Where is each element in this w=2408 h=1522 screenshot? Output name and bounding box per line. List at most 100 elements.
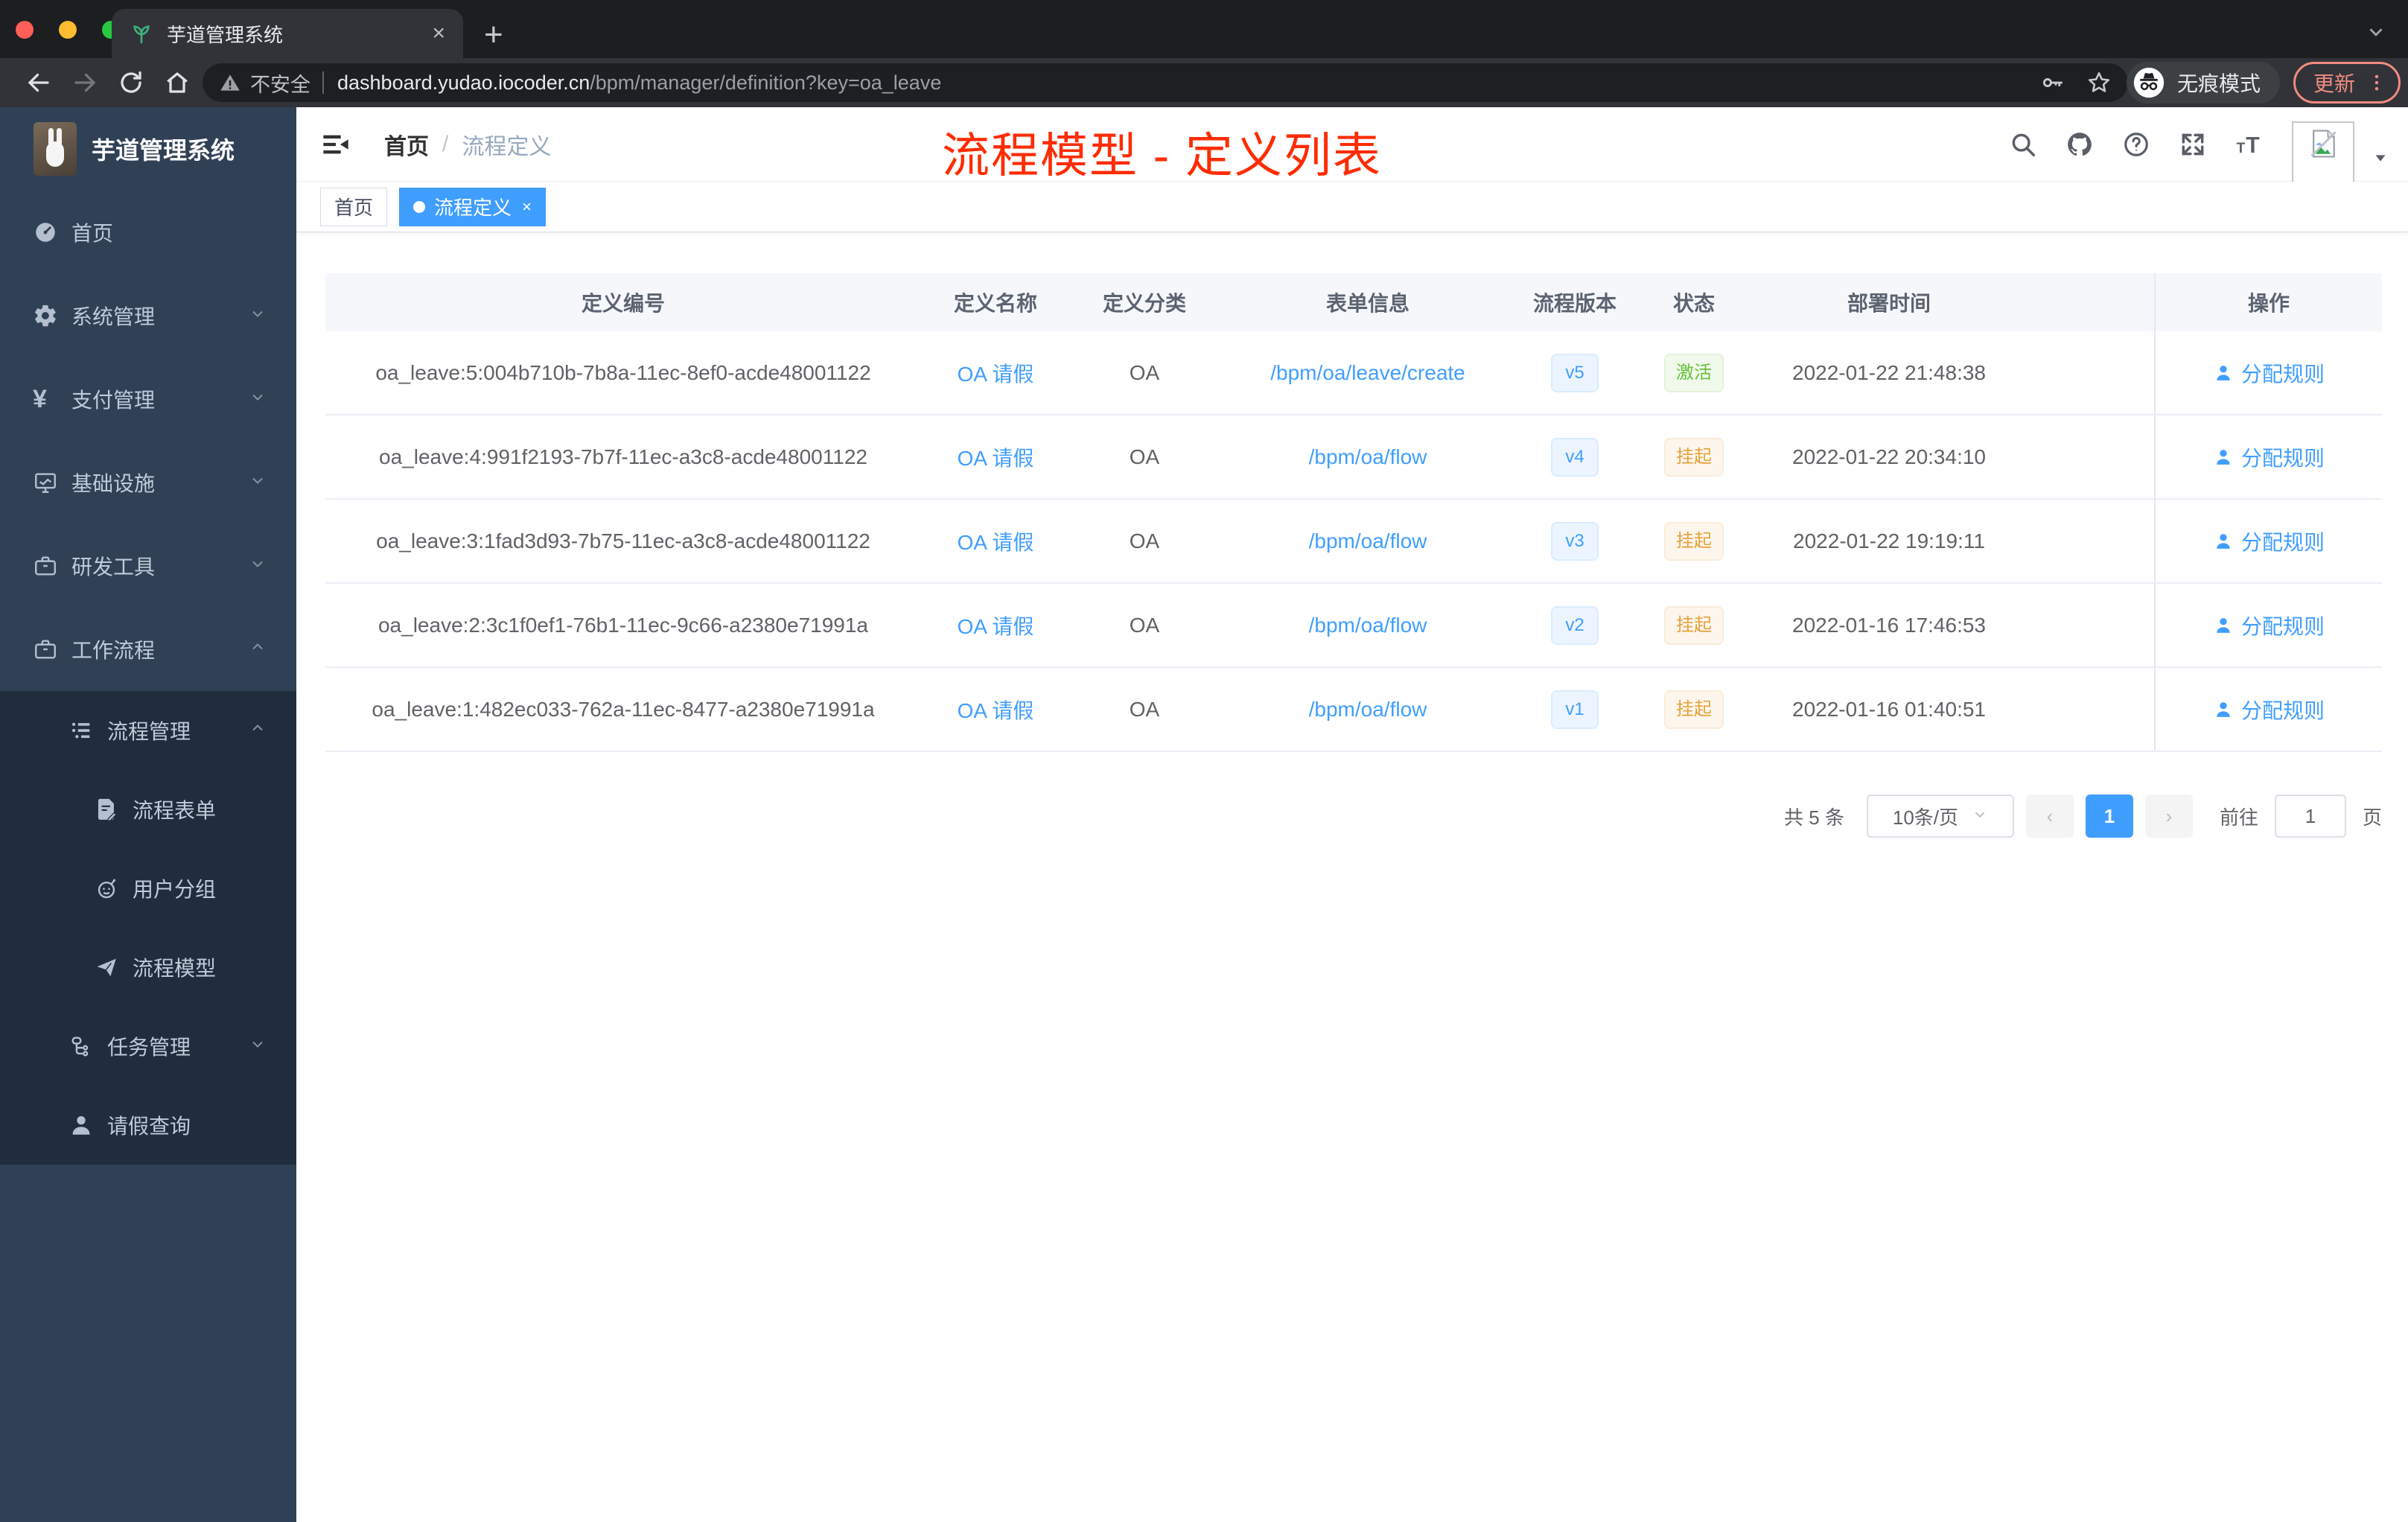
forward-icon[interactable] bbox=[71, 69, 98, 96]
table-row[interactable]: oa_leave:4:991f2193-7b7f-11ec-a3c8-acde4… bbox=[325, 415, 2382, 500]
category-cell: OA bbox=[1129, 697, 1160, 721]
browser-toolbar: 不安全 dashboard.yudao.iocoder.cn/bpm/manag… bbox=[0, 58, 2408, 107]
url-domain[interactable]: dashboard.yudao.iocoder.cn bbox=[337, 71, 590, 95]
sidebar-item-流程管理[interactable]: 流程管理 bbox=[0, 691, 296, 770]
table-row[interactable]: oa_leave:5:004b710b-7b8a-11ec-8ef0-acde4… bbox=[325, 331, 2382, 415]
svg-text:T: T bbox=[2237, 141, 2246, 156]
definition-id-cell: oa_leave:2:3c1f0ef1-76b1-11ec-9c66-a2380… bbox=[378, 613, 868, 637]
sidebar-item-工作流程[interactable]: 工作流程 bbox=[0, 608, 296, 691]
form-info-cell[interactable]: /bpm/oa/flow bbox=[1219, 698, 1517, 722]
next-page-button[interactable]: › bbox=[2144, 795, 2193, 838]
help-question-icon[interactable] bbox=[2122, 130, 2150, 159]
form-icon bbox=[94, 797, 119, 822]
table-row[interactable]: oa_leave:3:1fad3d93-7b75-11ec-a3c8-acde4… bbox=[325, 500, 2382, 584]
tag-home[interactable]: 首页 bbox=[320, 187, 388, 226]
definition-name-link[interactable]: OA 请假 bbox=[958, 699, 1034, 722]
table-row[interactable]: oa_leave:2:3c1f0ef1-76b1-11ec-9c66-a2380… bbox=[325, 584, 2382, 668]
incognito-icon bbox=[2133, 66, 2165, 99]
sidebar-item-研发工具[interactable]: 研发工具 bbox=[0, 524, 296, 608]
sidebar-item-基础设施[interactable]: 基础设施 bbox=[0, 441, 296, 524]
form-info-link[interactable]: /bpm/oa/flow bbox=[1309, 445, 1427, 468]
sidebar-item-首页[interactable]: 首页 bbox=[0, 191, 296, 274]
main-area: 首页 / 流程定义 流程模型 - 定义列表 TT 首页 流程定义 × 定义编号 … bbox=[296, 107, 2408, 1522]
definition-name-link[interactable]: OA 请假 bbox=[958, 363, 1034, 386]
tab-close-icon[interactable]: × bbox=[432, 22, 445, 45]
password-key-icon[interactable] bbox=[2040, 70, 2065, 95]
definition-name-cell[interactable]: OA 请假 bbox=[921, 358, 1070, 388]
app-window: 芋道管理系统 首页 系统管理 ¥ 支付管理 基础设施 研发工具 工作流程 流程管理 流程表单用… bbox=[0, 107, 2408, 1522]
not-secure-warning-icon[interactable] bbox=[219, 71, 241, 94]
avatar-dropdown-caret-icon[interactable] bbox=[2372, 150, 2389, 170]
window-close-button[interactable] bbox=[16, 21, 34, 39]
sidebar-item-任务管理[interactable]: 任务管理 bbox=[0, 1007, 296, 1086]
column-header-定义编号: 定义编号 bbox=[581, 292, 665, 315]
assign-rule-link[interactable]: 分配规则 bbox=[2241, 442, 2325, 472]
github-icon[interactable] bbox=[2065, 130, 2094, 159]
back-icon[interactable] bbox=[25, 69, 52, 96]
window-minimize-button[interactable] bbox=[59, 21, 77, 39]
url-bar[interactable]: 不安全 dashboard.yudao.iocoder.cn/bpm/manag… bbox=[203, 63, 2128, 102]
form-info-cell[interactable]: /bpm/oa/flow bbox=[1219, 529, 1517, 553]
form-info-cell[interactable]: /bpm/oa/flow bbox=[1219, 445, 1517, 469]
assign-rule-link[interactable]: 分配规则 bbox=[2241, 695, 2325, 725]
browser-update-button[interactable]: 更新 bbox=[2293, 62, 2401, 104]
form-info-cell[interactable]: /bpm/oa/leave/create bbox=[1219, 361, 1517, 385]
definition-name-cell[interactable]: OA 请假 bbox=[921, 442, 1070, 472]
definition-name-link[interactable]: OA 请假 bbox=[958, 447, 1034, 470]
tab-search-chevron-icon[interactable] bbox=[2365, 21, 2387, 47]
breadcrumb-home[interactable]: 首页 bbox=[384, 128, 429, 161]
form-info-link[interactable]: /bpm/oa/flow bbox=[1309, 614, 1427, 637]
update-label[interactable]: 更新 bbox=[2313, 68, 2355, 98]
assign-user-icon bbox=[2213, 615, 2234, 636]
search-icon[interactable] bbox=[2009, 130, 2037, 159]
current-page-button[interactable]: 1 bbox=[2085, 795, 2133, 838]
assign-rule-link[interactable]: 分配规则 bbox=[2241, 611, 2325, 640]
sidebar-item-用户分组[interactable]: 用户分组 bbox=[0, 849, 296, 928]
version-badge: v4 bbox=[1551, 437, 1599, 477]
bookmark-star-icon[interactable] bbox=[2086, 70, 2112, 95]
tag-process-definition[interactable]: 流程定义 × bbox=[399, 187, 546, 226]
definition-name-link[interactable]: OA 请假 bbox=[958, 531, 1034, 554]
font-size-icon[interactable]: TT bbox=[2235, 130, 2264, 159]
definition-name-link[interactable]: OA 请假 bbox=[958, 615, 1034, 638]
form-info-link[interactable]: /bpm/oa/flow bbox=[1309, 529, 1427, 553]
assign-rule-link[interactable]: 分配规则 bbox=[2241, 358, 2325, 388]
browser-tab[interactable]: 芋道管理系统 × bbox=[112, 9, 463, 58]
assign-user-icon bbox=[2213, 447, 2234, 468]
sidebar-logo-row[interactable]: 芋道管理系统 bbox=[0, 107, 296, 191]
tab-title: 芋道管理系统 bbox=[167, 23, 284, 46]
operation-cell[interactable]: 分配规则 bbox=[2154, 331, 2382, 414]
assign-rule-link[interactable]: 分配规则 bbox=[2241, 526, 2325, 556]
definition-name-cell[interactable]: OA 请假 bbox=[921, 611, 1070, 640]
operation-cell[interactable]: 分配规则 bbox=[2154, 584, 2382, 666]
reload-icon[interactable] bbox=[118, 69, 144, 96]
new-tab-button[interactable]: + bbox=[484, 16, 503, 54]
form-info-link[interactable]: /bpm/oa/leave/create bbox=[1270, 361, 1465, 384]
operation-cell[interactable]: 分配规则 bbox=[2154, 415, 2382, 498]
sidebar-item-支付管理[interactable]: ¥ 支付管理 bbox=[0, 357, 296, 441]
tag-close-icon[interactable]: × bbox=[522, 197, 532, 217]
operation-cell[interactable]: 分配规则 bbox=[2154, 668, 2382, 751]
kebab-menu-icon[interactable] bbox=[2366, 71, 2388, 94]
goto-page-input[interactable] bbox=[2274, 795, 2346, 838]
sidebar-item-请假查询[interactable]: 请假查询 bbox=[0, 1086, 296, 1165]
sidebar-item-label: 流程表单 bbox=[133, 799, 217, 822]
sidebar-item-流程模型[interactable]: 流程模型 bbox=[0, 928, 296, 1007]
fullscreen-icon[interactable] bbox=[2179, 130, 2207, 159]
security-label[interactable]: 不安全 bbox=[250, 69, 310, 98]
definition-name-cell[interactable]: OA 请假 bbox=[921, 695, 1070, 725]
version-badge: v2 bbox=[1551, 605, 1599, 645]
sidebar-item-系统管理[interactable]: 系统管理 bbox=[0, 274, 296, 357]
sidebar-item-流程表单[interactable]: 流程表单 bbox=[0, 770, 296, 849]
user-avatar-broken-image[interactable] bbox=[2292, 121, 2354, 184]
operation-cell[interactable]: 分配规则 bbox=[2154, 500, 2382, 582]
form-info-link[interactable]: /bpm/oa/flow bbox=[1309, 698, 1427, 721]
table-row[interactable]: oa_leave:1:482ec033-762a-11ec-8477-a2380… bbox=[325, 668, 2382, 752]
definition-name-cell[interactable]: OA 请假 bbox=[921, 526, 1070, 556]
prev-page-button[interactable]: ‹ bbox=[2025, 795, 2074, 838]
url-path[interactable]: /bpm/manager/definition?key=oa_leave bbox=[590, 71, 941, 95]
form-info-cell[interactable]: /bpm/oa/flow bbox=[1219, 614, 1517, 637]
home-icon[interactable] bbox=[164, 69, 191, 96]
page-size-select[interactable]: 10条/页 bbox=[1866, 795, 2014, 838]
sidebar-collapse-icon[interactable] bbox=[320, 130, 351, 159]
